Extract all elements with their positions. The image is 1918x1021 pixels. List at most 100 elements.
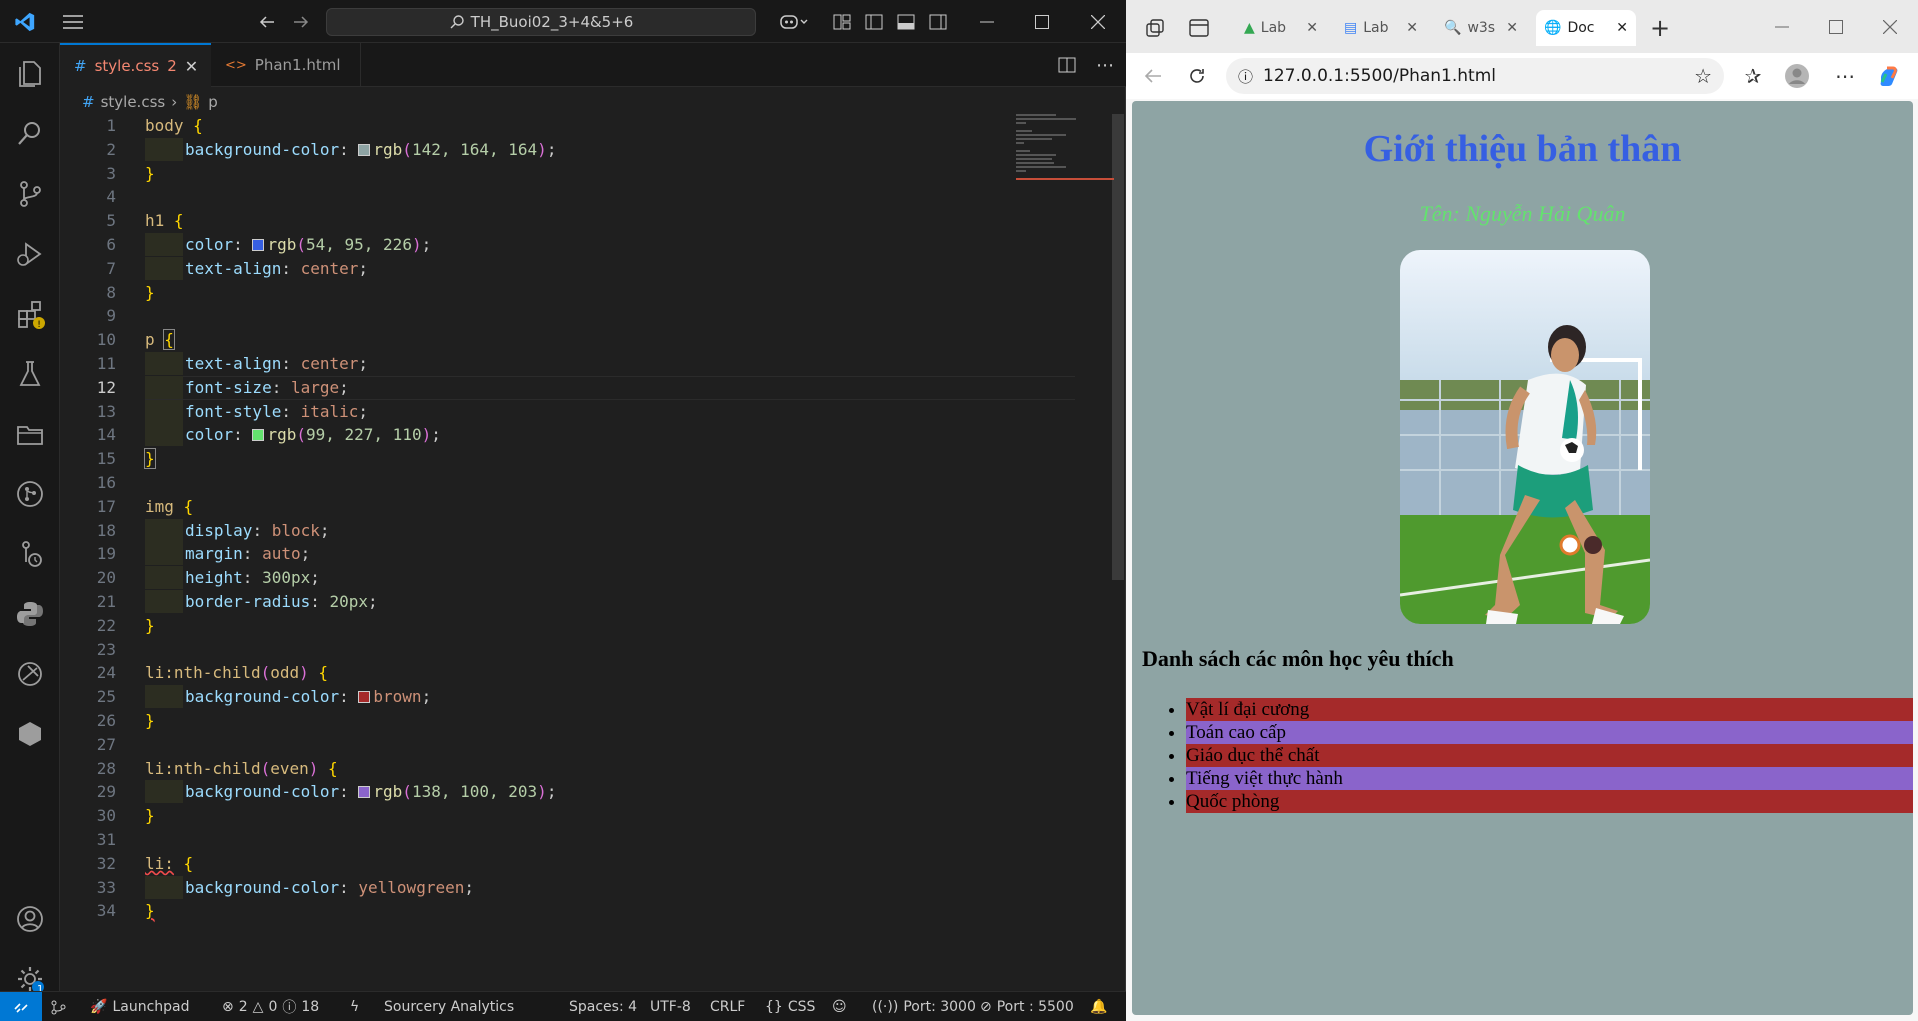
tab-actions-icon[interactable] — [1184, 13, 1214, 43]
encoding-item[interactable]: UTF-8 — [650, 992, 691, 1021]
indentation-item[interactable]: Spaces: 4 — [569, 992, 637, 1021]
tab-phan1-html[interactable]: <> Phan1.html — [211, 43, 361, 87]
browser-tab-1[interactable]: ▲ Lab ✕ — [1236, 10, 1326, 46]
more-actions-icon[interactable]: ⋯ — [1087, 43, 1123, 87]
line-number: 31 — [96, 829, 116, 849]
accounts-icon[interactable] — [0, 892, 60, 946]
hexagon-extension-icon[interactable] — [0, 707, 60, 761]
gitlens-icon[interactable] — [0, 467, 60, 521]
remote-explorer-icon[interactable] — [0, 527, 60, 581]
close-icon[interactable] — [1070, 0, 1126, 43]
color-swatch[interactable] — [252, 429, 265, 442]
sourcery-analytics-item[interactable]: Sourcery Analytics — [384, 992, 514, 1021]
line-number: 34 — [96, 901, 116, 921]
back-arrow-icon[interactable] — [1138, 61, 1168, 91]
line-number: 24 — [96, 663, 116, 683]
git-graph-icon[interactable] — [50, 992, 68, 1021]
back-arrow-icon[interactable] — [250, 0, 284, 43]
breadcrumb-file[interactable]: style.css — [101, 93, 166, 111]
python-icon[interactable] — [0, 587, 60, 641]
browser-tab-4-active[interactable]: 🌐 Doc ✕ — [1536, 10, 1636, 46]
browser-tab-2[interactable]: ▤ Lab ✕ — [1336, 10, 1426, 46]
tab-close-icon[interactable]: ✕ — [1306, 20, 1318, 36]
favorite-star-icon[interactable]: ☆ — [1694, 64, 1712, 88]
toggle-secondary-sidebar-icon[interactable] — [922, 0, 954, 43]
line-number: 4 — [106, 187, 116, 207]
tab-close-icon[interactable]: ✕ — [185, 57, 198, 76]
eol-item[interactable]: CRLF — [710, 992, 745, 1021]
run-debug-icon[interactable] — [0, 227, 60, 281]
color-swatch[interactable] — [252, 238, 265, 251]
editor-tabs: # style.css 2 ✕ <> Phan1.html ⋯ — [60, 43, 1126, 87]
html-file-icon: <> — [225, 57, 247, 73]
command-center-label: TH_Buoi02_3+4&5+6 — [470, 13, 634, 31]
command-center[interactable]: TH_Buoi02_3+4&5+6 — [326, 8, 756, 36]
browser-tab-3[interactable]: 🔍 w3s ✕ — [1436, 10, 1526, 46]
svg-text:!: ! — [37, 320, 41, 330]
notifications-bell-icon[interactable]: 🔔 — [1090, 992, 1107, 1021]
favorites-icon[interactable]: ✰ — [1738, 61, 1768, 91]
code-content[interactable]: body { background-color: rgb(142, 164, 1… — [144, 114, 1065, 923]
line-number: 33 — [96, 877, 116, 897]
page-viewport[interactable]: Giới thiệu bản thân Tên: Nguyễn Hải Quân — [1132, 101, 1913, 1015]
tab-close-icon[interactable]: ✕ — [1506, 20, 1518, 36]
toggle-panel-icon[interactable] — [890, 0, 922, 43]
copilot-icon[interactable] — [772, 0, 816, 43]
line-number: 2 — [106, 139, 116, 159]
launchpad-item[interactable]: 🚀 Launchpad — [90, 992, 190, 1021]
close-icon[interactable] — [1868, 12, 1912, 42]
color-swatch[interactable] — [358, 786, 371, 799]
forward-arrow-icon[interactable] — [284, 0, 318, 43]
source-control-icon[interactable] — [0, 167, 60, 221]
profile-avatar-icon[interactable] — [1782, 61, 1812, 91]
maximize-icon[interactable] — [1814, 12, 1858, 42]
tab-close-icon[interactable]: ✕ — [1406, 20, 1418, 36]
customize-layout-icon[interactable] — [826, 0, 858, 43]
maximize-icon[interactable] — [1014, 0, 1070, 43]
split-editor-icon[interactable] — [1047, 43, 1087, 87]
explorer-icon[interactable] — [0, 47, 60, 101]
line-number: 11 — [96, 353, 116, 373]
minimap[interactable] — [1016, 114, 1114, 194]
list-heading: Danh sách các môn học yêu thích — [1142, 646, 1454, 671]
tab-close-icon[interactable]: ✕ — [1616, 20, 1628, 36]
line-number: 12 — [96, 377, 116, 397]
language-mode-item[interactable]: {} CSS — [765, 992, 815, 1021]
tab-label: Phan1.html — [254, 56, 341, 74]
search-icon[interactable] — [0, 107, 60, 161]
copilot-icon[interactable] — [1874, 61, 1904, 91]
url-text[interactable]: 127.0.0.1:5500/Phan1.html — [1263, 66, 1496, 86]
testing-icon[interactable] — [0, 347, 60, 401]
code-editor[interactable]: 1 2 3 4 5 6 7 8 9 10 11 12 13 14 15 16 17 18 19 20 21 22 23 24 2… — [60, 114, 1126, 991]
address-bar[interactable]: ⓘ 127.0.0.1:5500/Phan1.html ☆ — [1226, 58, 1724, 94]
breadcrumb-symbol[interactable]: p — [208, 93, 218, 111]
minimize-icon[interactable] — [1760, 12, 1804, 42]
line-number: 22 — [96, 615, 116, 635]
menu-icon[interactable] — [54, 0, 92, 43]
live-server-port-item[interactable]: ⊘ Port : 5500 — [980, 992, 1074, 1021]
extensions-icon[interactable]: ! — [0, 287, 60, 341]
site-info-icon[interactable]: ⓘ — [1238, 66, 1253, 87]
color-swatch[interactable] — [358, 691, 371, 704]
workspaces-icon[interactable] — [1140, 13, 1170, 43]
refresh-icon[interactable] — [1182, 61, 1212, 91]
line-number: 21 — [96, 591, 116, 611]
problems-item[interactable]: ⊗ 2 △ 0 ⓘ 18 — [222, 992, 319, 1021]
tab-style-css[interactable]: # style.css 2 ✕ — [60, 43, 211, 87]
lightning-icon[interactable]: ϟ — [350, 992, 359, 1021]
breadcrumb: # style.css › ⛓ p — [82, 90, 218, 114]
copilot-status-icon[interactable]: ☺ — [832, 992, 847, 1021]
api-client-icon[interactable] — [0, 647, 60, 701]
remote-indicator-icon[interactable] — [0, 991, 42, 1021]
port-3000-item[interactable]: ((·)) Port: 3000 — [872, 992, 976, 1021]
color-swatch[interactable] — [358, 143, 371, 156]
minimize-icon[interactable] — [960, 0, 1014, 43]
toggle-sidebar-icon[interactable] — [858, 0, 890, 43]
line-number: 26 — [96, 710, 116, 730]
new-tab-icon[interactable]: + — [1644, 12, 1676, 44]
search-icon — [450, 15, 464, 29]
project-manager-icon[interactable] — [0, 407, 60, 461]
css-file-icon: # — [82, 93, 95, 111]
settings-more-icon[interactable]: ⋯ — [1830, 61, 1860, 91]
symbol-icon: ⛓ — [183, 93, 203, 111]
